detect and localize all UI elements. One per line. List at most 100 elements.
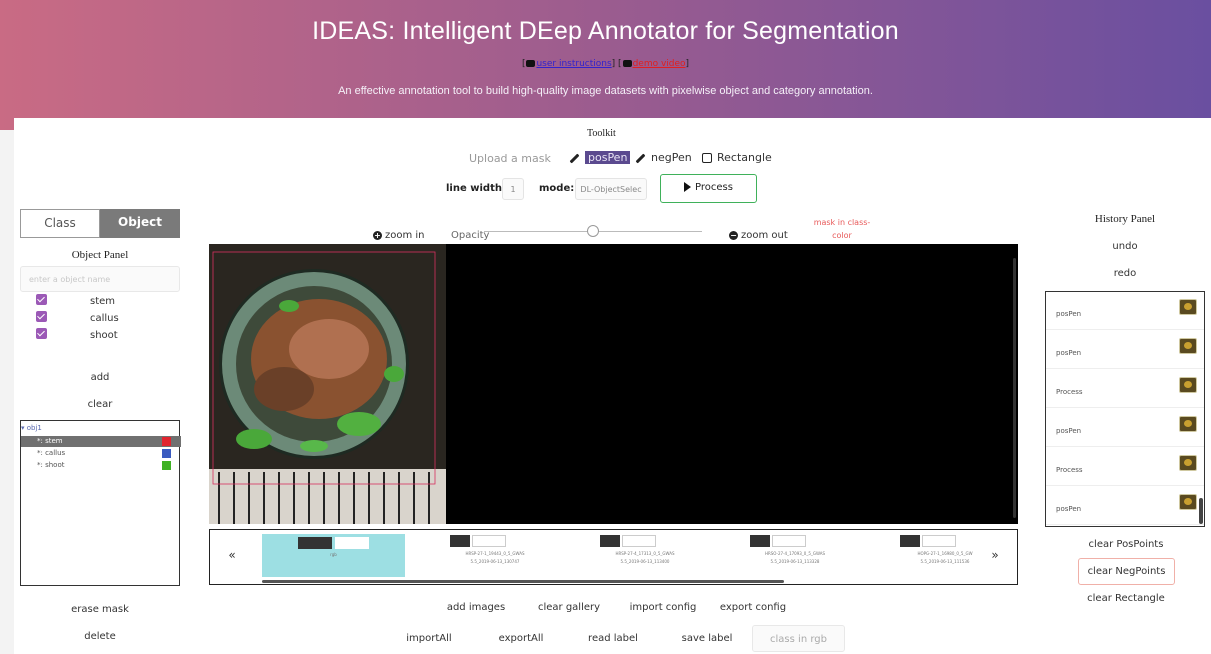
rectangle-label: Rectangle [717,151,772,164]
erase-mask-button[interactable]: erase mask [20,604,180,615]
checkbox-checked[interactable] [36,328,47,339]
gallery-item-date: 5.5_2019-06-13_130747 [470,559,520,564]
clear-gallery-button[interactable]: clear gallery [536,602,602,613]
gallery-item[interactable]: HRSP-27-1_19443_0_5_GWAS 5.5_2019-06-13_… [440,534,550,574]
gallery-item[interactable]: HRSO-27-4_17093_0_5_GWAS 5.5_2019-06-13_… [740,534,850,574]
zoom-out-button[interactable]: − zoom out [729,230,788,241]
save-label-button[interactable]: save label [678,633,736,644]
tree-item-label: *: callus [37,449,66,457]
app-title: IDEAS: Intelligent DEep Annotator for Se… [312,17,899,45]
gallery-item[interactable]: HOPG-27-1_16980_0_5_GW 5.5_2019-06-13_11… [890,534,1000,574]
clear-button[interactable]: clear [20,399,180,410]
undo-button[interactable]: undo [1045,241,1205,252]
history-entry-label: posPen [1056,349,1082,357]
pospen-tool[interactable]: posPen [569,151,631,164]
opacity-slider-thumb[interactable] [587,225,599,237]
zoom-in-button[interactable]: + zoom in [373,230,425,241]
rectangle-tool[interactable]: Rectangle [702,151,772,164]
negpen-label: negPen [651,151,692,164]
checkbox-checked[interactable] [36,311,47,322]
object-panel-title: Object Panel [71,249,129,261]
gallery-item-selected[interactable]: rgb [262,534,405,577]
history-list: posPen posPen Process posPen Process pos… [1045,291,1205,527]
image-thumbnail [450,535,470,547]
history-thumbnail [1179,455,1197,471]
gallery-item-date: 5.5_2019-06-13_113400 [620,559,670,564]
book-icon [526,60,536,67]
demo-video-link[interactable]: demo video [633,59,686,69]
line-width-label: line width: [446,183,506,194]
gallery-item-name: HRSO-27-4_17093_0_5_GWAS [764,551,826,556]
gallery-prev-button[interactable]: « [222,548,242,562]
pospen-label: posPen [585,151,631,164]
tab-object[interactable]: Object [100,209,180,238]
gallery-item[interactable]: HRSP-27-4_17313_0_5_GWAS 5.5_2019-06-13_… [590,534,700,574]
clear-pospoints-button[interactable]: clear PosPoints [1078,539,1174,550]
history-panel-title: History Panel [1094,213,1156,225]
color-swatch-red [162,437,171,446]
mask-thumbnail [335,537,369,549]
read-label-button[interactable]: read label [584,633,642,644]
category-row-stem[interactable] [36,294,47,308]
history-thumbnail [1179,494,1197,510]
mask-class-color-toggle[interactable]: mask in class-color [812,216,872,242]
image-thumbnail [298,537,332,549]
image-gallery: « rgb HRSP-27-1_19443_0_5_GWAS 5.5_2019-… [209,529,1018,585]
history-thumbnail [1179,299,1197,315]
export-config-button[interactable]: export config [718,602,788,613]
history-entry-label: Process [1056,388,1083,396]
tree-root-obj1[interactable]: ▾ obj1 [21,423,181,434]
clear-negpoints-button[interactable]: clear NegPoints [1078,558,1175,585]
history-entry[interactable]: posPen [1046,487,1204,525]
export-all-button[interactable]: exportAll [494,633,548,644]
category-row-shoot[interactable] [36,328,47,342]
import-all-button[interactable]: importAll [401,633,457,644]
tab-class[interactable]: Class [20,209,100,238]
zoom-in-label: zoom in [385,230,425,241]
history-thumbnail [1179,377,1197,393]
gallery-item-label: rgb [330,552,337,557]
class-rgb-input[interactable]: class in rgb [752,625,845,652]
object-name-input[interactable]: enter a object name [20,266,180,292]
history-entry[interactable]: posPen [1046,292,1204,330]
history-entry[interactable]: posPen [1046,331,1204,369]
history-scrollbar[interactable] [1199,498,1203,524]
zoom-out-icon: − [729,230,738,240]
delete-button[interactable]: delete [20,631,180,642]
history-entry[interactable]: Process [1046,370,1204,408]
annotation-canvas[interactable] [209,244,1018,524]
import-config-button[interactable]: import config [627,602,699,613]
category-row-callus[interactable] [36,311,47,325]
toolkit-title: Toolkit [587,128,616,139]
tree-item-stem[interactable]: *: stem [21,436,181,447]
add-button[interactable]: add [20,372,180,383]
image-view [209,244,446,524]
negpen-tool[interactable]: negPen [635,151,692,164]
tree-item-shoot[interactable]: *: shoot [21,460,181,471]
add-images-button[interactable]: add images [444,602,508,613]
process-label: Process [695,182,733,193]
gallery-item-name: HRSP-27-1_19443_0_5_GWAS [465,551,525,556]
checkbox-checked[interactable] [36,294,47,305]
mask-thumbnail [922,535,956,547]
upload-mask-button[interactable]: Upload a mask [469,152,551,165]
object-tree: ▾ obj1 *: stem *: callus *: shoot [20,420,181,586]
history-entry-label: posPen [1056,427,1082,435]
zoom-in-icon: + [373,230,382,240]
mode-select[interactable]: DL-ObjectSelec [575,178,647,200]
tree-item-label: *: stem [37,437,63,445]
process-button[interactable]: Process [660,174,757,203]
gallery-next-button[interactable]: » [985,548,1005,562]
gallery-item-date: 5.5_2019-06-13_111536 [920,559,970,564]
pencil-icon [569,153,580,163]
square-icon [702,153,712,163]
history-entry[interactable]: Process [1046,448,1204,486]
user-instructions-link[interactable]: user instructions [536,59,611,69]
line-width-input[interactable]: 1 [502,178,524,200]
clear-rectangle-button[interactable]: clear Rectangle [1078,593,1174,604]
tree-item-callus[interactable]: *: callus [21,448,181,459]
gallery-scrollbar[interactable] [262,580,784,583]
redo-button[interactable]: redo [1045,268,1205,279]
canvas-scrollbar[interactable] [1013,258,1016,518]
history-entry[interactable]: posPen [1046,409,1204,447]
